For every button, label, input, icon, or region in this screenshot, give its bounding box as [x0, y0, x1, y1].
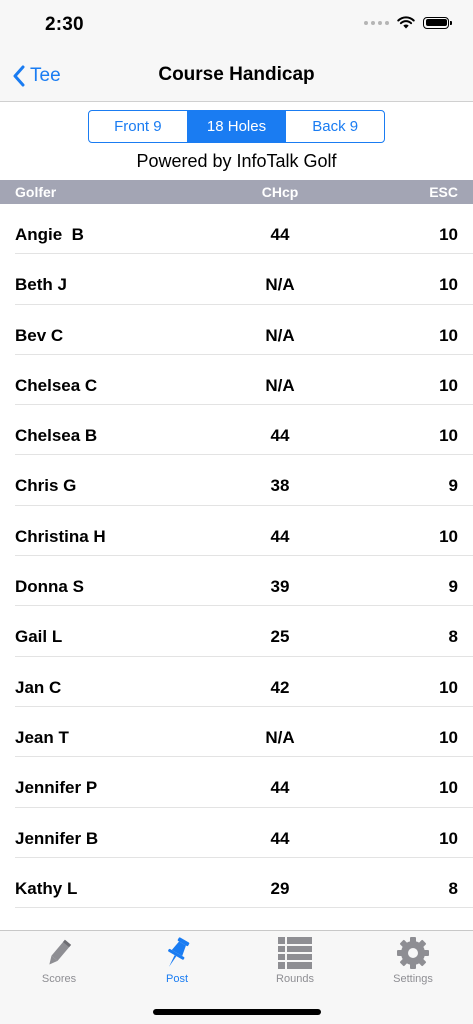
tab-label: Scores: [41, 973, 77, 985]
table-row[interactable]: Jan C 42 10: [0, 657, 473, 708]
battery-icon: [423, 16, 452, 29]
esc-value: 10: [439, 677, 458, 697]
status-icons: [364, 16, 452, 29]
table-row[interactable]: Angie B 44 10: [0, 204, 473, 255]
pencil-icon: [41, 935, 77, 971]
course-handicap: 38: [270, 476, 290, 496]
table-row[interactable]: Chelsea B 44 10: [0, 405, 473, 456]
table-row[interactable]: Jennifer B 44 10: [0, 808, 473, 859]
column-header-esc: ESC: [429, 184, 458, 200]
golfer-list[interactable]: Angie B 44 10 Beth J N/A 10 Bev C N/A 10 Chels…: [0, 204, 473, 930]
segment-back-9[interactable]: Back 9: [285, 111, 384, 142]
table-row[interactable]: Chris G 38 9: [0, 455, 473, 507]
course-handicap: 44: [270, 778, 290, 798]
golfer-name: Jan C: [15, 677, 62, 697]
wifi-icon: [397, 16, 415, 29]
course-handicap: 44: [270, 426, 290, 446]
status-time: 2:30: [45, 14, 84, 35]
tab-post[interactable]: Post: [118, 931, 236, 991]
tab-label: Settings: [393, 973, 433, 985]
esc-value: 10: [439, 225, 458, 244]
tab-scores[interactable]: Scores: [0, 931, 118, 991]
esc-value: 10: [439, 828, 458, 848]
course-handicap: 29: [270, 878, 290, 898]
esc-value: 8: [448, 878, 458, 898]
golfer-name: Beth J: [15, 275, 67, 295]
esc-value: 10: [439, 275, 458, 295]
table-row[interactable]: Bev C N/A 10: [0, 305, 473, 356]
course-handicap: 25: [270, 627, 290, 647]
gear-icon: [395, 935, 431, 971]
segment-front-9[interactable]: Front 9: [89, 111, 187, 142]
esc-value: 10: [439, 325, 458, 345]
esc-value: 10: [439, 426, 458, 446]
home-indicator: [153, 1009, 321, 1015]
course-handicap: 44: [270, 828, 290, 848]
esc-value: 8: [448, 627, 458, 647]
esc-value: 10: [439, 778, 458, 798]
esc-value: 9: [448, 476, 458, 496]
course-handicap: 44: [270, 225, 290, 244]
table-row[interactable]: Jennifer P 44 10: [0, 757, 473, 808]
table-row[interactable]: Chelsea C N/A 10: [0, 355, 473, 406]
tab-settings[interactable]: Settings: [354, 931, 472, 991]
esc-value: 10: [439, 375, 458, 395]
table-header: Golfer CHcp ESC: [0, 180, 473, 204]
golfer-name: Chelsea B: [15, 426, 98, 446]
list-icon: [277, 935, 313, 971]
holes-segmented-control: Front 9 18 Holes Back 9: [88, 110, 385, 143]
golfer-name: Jean T: [15, 727, 69, 747]
column-header-golfer: Golfer: [15, 184, 57, 200]
column-header-chcp: CHcp: [261, 184, 299, 200]
page-title: Course Handicap: [158, 64, 315, 85]
cellular-signal-icon: [364, 20, 389, 25]
golfer-name: Chelsea C: [15, 375, 98, 395]
golfer-name: Kathy L: [15, 878, 78, 898]
table-row[interactable]: Christina H 44 10: [0, 506, 473, 557]
golfer-name: Christina H: [15, 526, 106, 546]
golfer-name: Donna S: [15, 577, 84, 597]
table-row[interactable]: Donna S 39 9: [0, 556, 473, 607]
table-row[interactable]: Jean T N/A 10: [0, 707, 473, 758]
course-handicap: 44: [270, 526, 290, 546]
status-bar: 2:30: [0, 0, 473, 50]
course-handicap: 39: [270, 577, 290, 597]
golfer-name: Chris G: [15, 476, 77, 496]
golfer-name: Gail L: [15, 627, 63, 647]
golfer-name: Bev C: [15, 325, 64, 345]
navigation-bar: Tee Course Handicap: [0, 50, 473, 102]
tab-label: Rounds: [276, 973, 314, 985]
tab-rounds[interactable]: Rounds: [236, 931, 354, 991]
esc-value: 10: [439, 727, 458, 747]
segment-18-holes[interactable]: 18 Holes: [186, 111, 286, 142]
golfer-name: Angie B: [15, 225, 84, 244]
powered-by-text: Powered by InfoTalk Golf: [136, 151, 337, 171]
course-handicap: N/A: [265, 275, 295, 295]
course-handicap: 42: [270, 677, 290, 697]
course-handicap: N/A: [265, 375, 295, 395]
esc-value: 9: [448, 577, 458, 597]
course-handicap: N/A: [265, 325, 295, 345]
esc-value: 10: [439, 526, 458, 546]
course-handicap: N/A: [265, 727, 295, 747]
table-row[interactable]: Beth J N/A 10: [0, 254, 473, 305]
golfer-name: Jennifer B: [15, 828, 99, 848]
golfer-name: Jennifer P: [15, 778, 98, 798]
table-row[interactable]: Gail L 25 8: [0, 606, 473, 657]
tab-label: Post: [165, 973, 188, 985]
pushpin-icon: [159, 935, 195, 971]
table-row[interactable]: Kathy L 29 8: [0, 858, 473, 909]
